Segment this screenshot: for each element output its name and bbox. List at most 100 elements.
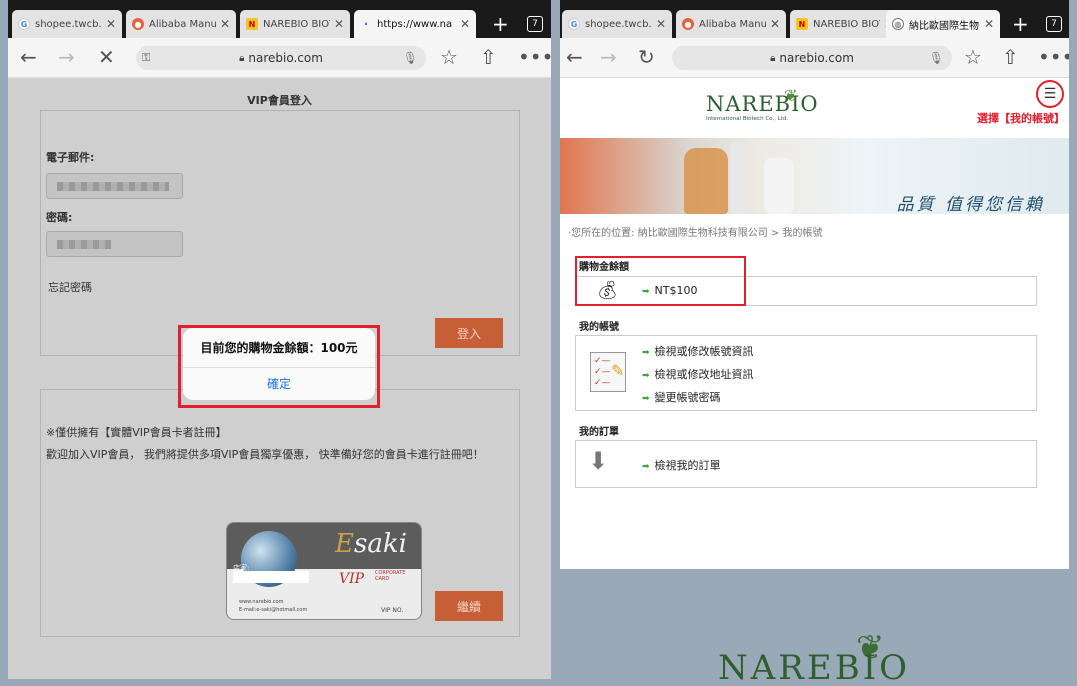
- bookmark-star-icon[interactable]: ☆: [964, 46, 982, 68]
- tab-title: shopee.twcb.c: [35, 18, 102, 30]
- arrow-icon: ➡: [642, 371, 650, 381]
- more-icon[interactable]: •••: [518, 46, 551, 68]
- tab-title: shopee.twcb.c: [585, 18, 652, 30]
- navigation-bar: ← → ↻ 🔒︎ narebio.com 🎙︎ ☆ ⇧ •••: [560, 38, 1069, 78]
- orders-section-title: 我的訂單: [579, 427, 619, 438]
- tab-title: Alibaba Manufa: [149, 18, 216, 30]
- bookmark-star-icon[interactable]: ☆: [440, 46, 458, 68]
- forward-icon[interactable]: →: [600, 46, 617, 68]
- tab-shopee[interactable]: G shopee.twcb.c ✕: [562, 10, 672, 38]
- narebio-favicon-icon: N: [246, 18, 258, 30]
- alert-message: 目前您的購物金餘額：100元: [183, 328, 375, 368]
- my-account-page: NAREBIO ❦ International Biotech Co., Ltd…: [560, 78, 1069, 569]
- bottle-graphic: [730, 142, 746, 214]
- alibaba-favicon-icon: ●: [132, 18, 144, 30]
- close-icon[interactable]: ✕: [984, 17, 994, 31]
- alert-dialog: 目前您的購物金餘額：100元 確定: [183, 328, 375, 400]
- select-my-account-note: 選擇【我的帳號】: [977, 112, 1065, 125]
- loading-favicon-icon: ·: [363, 17, 369, 31]
- card-vip: VIP: [339, 571, 365, 587]
- login-button[interactable]: 登入: [435, 318, 503, 348]
- back-icon[interactable]: ←: [566, 46, 583, 68]
- balance-highlight: [575, 256, 746, 306]
- google-favicon-icon: G: [18, 18, 30, 30]
- password-field[interactable]: [46, 231, 183, 257]
- register-note: ※僅供擁有【實體VIP會員卡者註冊】: [46, 426, 227, 439]
- new-tab-icon[interactable]: +: [1012, 14, 1029, 34]
- orders-link[interactable]: ➡ 檢視我的訂單: [642, 457, 721, 473]
- lock-icon: 🔒︎: [239, 52, 245, 64]
- globe-favicon-icon: ◍: [892, 18, 904, 30]
- password-label: 密碼:: [46, 211, 73, 224]
- address-bar[interactable]: 🔒︎ narebio.com 🎙︎: [672, 46, 952, 70]
- blurred-password: [57, 240, 111, 249]
- continue-button[interactable]: 繼續: [435, 591, 503, 621]
- alert-ok-button[interactable]: 確定: [183, 368, 375, 398]
- microphone-icon[interactable]: 🎙︎: [403, 51, 418, 65]
- bottle-graphic: [764, 158, 794, 214]
- forgot-password-link[interactable]: 忘記密碼: [48, 279, 92, 295]
- hamburger-menu-icon[interactable]: ☰: [1036, 80, 1064, 108]
- tab-title: 納比歐國際生物: [909, 20, 979, 32]
- stop-icon[interactable]: ✕: [98, 46, 115, 68]
- arrow-icon: ➡: [642, 394, 650, 404]
- left-browser-window: G shopee.twcb.c ✕ ● Alibaba Manufa ✕ N N…: [8, 0, 551, 686]
- narebio-logo[interactable]: NAREBIO: [706, 92, 819, 116]
- footer-logo: NAREBIO: [718, 648, 911, 686]
- lock-icon: 🔒︎: [770, 52, 776, 64]
- leaf-icon: ❦: [784, 86, 798, 105]
- share-icon[interactable]: ⇧: [480, 46, 497, 68]
- more-icon[interactable]: •••: [1038, 46, 1069, 68]
- account-link-info[interactable]: ➡ 檢視或修改帳號資訊: [642, 343, 754, 359]
- microphone-icon[interactable]: 🎙︎: [929, 51, 944, 65]
- alibaba-favicon-icon: ●: [682, 18, 694, 30]
- card-store-box: [233, 571, 309, 583]
- tab-title: Alibaba Manufa: [699, 18, 766, 30]
- close-icon[interactable]: ✕: [334, 17, 344, 31]
- card-email: E-mail:e-saki@hotmail.com: [239, 607, 308, 613]
- logo-subtitle: International Biotech Co., Ltd.: [706, 116, 789, 122]
- download-tray-icon: ⬇︎: [588, 447, 609, 475]
- url-text: narebio.com: [248, 51, 323, 65]
- tab-count-icon[interactable]: 7: [527, 16, 543, 32]
- account-link-password[interactable]: ➡ 變更帳號密碼: [642, 389, 721, 405]
- tab-narebio[interactable]: N NAREBIO BIOT ✕: [240, 10, 350, 38]
- url-text: narebio.com: [779, 51, 854, 65]
- tab-alibaba[interactable]: ● Alibaba Manufa ✕: [126, 10, 236, 38]
- account-link-address[interactable]: ➡ 檢視或修改地址資訊: [642, 366, 754, 382]
- close-icon[interactable]: ✕: [770, 17, 780, 31]
- close-icon[interactable]: ✕: [220, 17, 230, 31]
- navigation-bar: ← → ✕ ⚿ 🔒︎ narebio.com 🎙︎ ☆ ⇧ •••: [8, 38, 551, 78]
- breadcrumb: ·您所在的位置: 納比歐國際生物科技有限公司 > 我的帳號: [568, 228, 823, 239]
- new-tab-icon[interactable]: +: [492, 14, 509, 34]
- vip-card-image: Esaki VIP CORPORATE CARD 店家: www.narebio.…: [226, 522, 422, 620]
- tab-active[interactable]: ◍ 納比歐國際生物 ✕: [886, 10, 1000, 38]
- key-icon[interactable]: ⚿: [142, 51, 150, 65]
- tab-alibaba[interactable]: ● Alibaba Manufa ✕: [676, 10, 786, 38]
- narebio-favicon-icon: N: [796, 18, 808, 30]
- bottle-graphic: [684, 148, 728, 214]
- close-icon[interactable]: ✕: [656, 17, 666, 31]
- tab-active[interactable]: · https://www.na ✕: [354, 10, 476, 38]
- checklist-pencil-icon: ✓— ✓— ✓— ✎: [590, 352, 626, 392]
- card-brand: Esaki: [335, 529, 407, 559]
- right-browser-window: G shopee.twcb.c ✕ ● Alibaba Manufa ✕ N N…: [560, 0, 1069, 686]
- banner-image: 品質 值得您信賴: [560, 138, 1069, 214]
- tab-shopee[interactable]: G shopee.twcb.c ✕: [12, 10, 122, 38]
- close-icon[interactable]: ✕: [460, 17, 470, 31]
- register-description: 歡迎加入VIP會員， 我們將提供多項VIP會員獨享優惠， 快準備好您的會員卡進行…: [46, 448, 484, 461]
- card-corporate: CORPORATE CARD: [375, 570, 406, 582]
- close-icon[interactable]: ✕: [106, 17, 116, 31]
- tab-title: NAREBIO BIOT: [813, 18, 880, 30]
- back-icon[interactable]: ←: [20, 46, 37, 68]
- card-vip-no: VIP NO.: [381, 607, 404, 614]
- tab-narebio[interactable]: N NAREBIO BIOT ✕: [790, 10, 900, 38]
- tab-count-icon[interactable]: 7: [1046, 16, 1062, 32]
- email-field[interactable]: [46, 173, 183, 199]
- forward-icon[interactable]: →: [58, 46, 75, 68]
- page-title: VIP會員登入: [247, 94, 312, 107]
- reload-icon[interactable]: ↻: [638, 46, 655, 68]
- email-label: 電子郵件:: [46, 151, 95, 164]
- address-bar[interactable]: ⚿ 🔒︎ narebio.com 🎙︎: [136, 46, 426, 70]
- share-icon[interactable]: ⇧: [1002, 46, 1019, 68]
